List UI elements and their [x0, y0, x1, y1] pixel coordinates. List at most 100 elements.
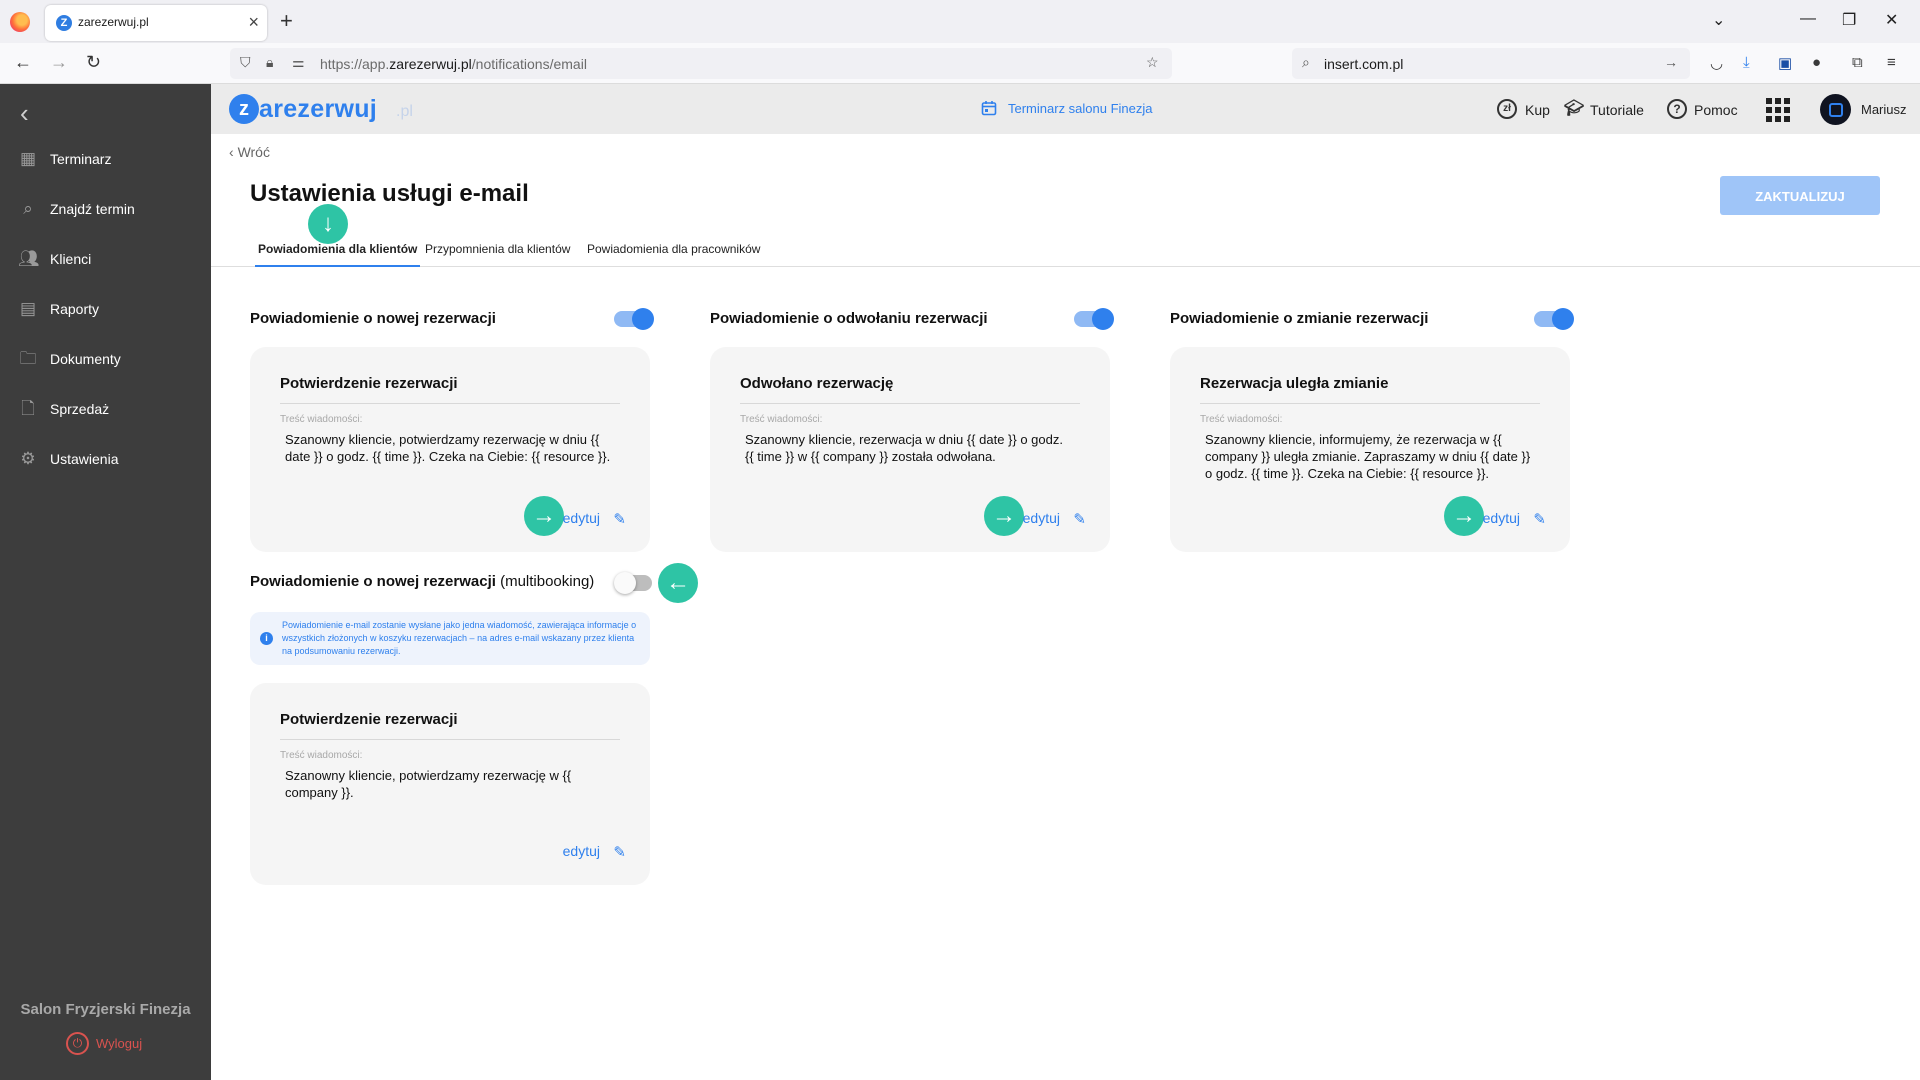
content-label: Treść wiadomości:: [280, 750, 363, 761]
sidebar-item-label: Sprzedaż: [50, 401, 110, 417]
message-content: Szanowny kliencie, informujemy, że rezer…: [1205, 432, 1531, 481]
annotation-arrow-right-icon: →: [524, 496, 564, 536]
url-text[interactable]: https://app.zarezerwuj.pl/notifications/…: [320, 56, 587, 72]
close-window-icon[interactable]: ✕: [1885, 10, 1898, 30]
section-title-cancellation: Powiadomienie o odwołaniu rezerwacji: [710, 310, 988, 327]
tab-client-notifications[interactable]: Powiadomienia dla klientów: [254, 242, 421, 267]
tab-staff-notifications[interactable]: Powiadomienia dla pracowników: [587, 242, 760, 256]
toggle-cancellation[interactable]: [1074, 308, 1114, 330]
card-title: Odwołano rezerwację: [740, 375, 894, 392]
bitwarden-icon[interactable]: ▣: [1778, 54, 1792, 72]
report-icon: ▤: [19, 299, 37, 318]
sidebar-item-label: Terminarz: [50, 151, 112, 167]
sidebar-item-dokumenty[interactable]: 🗀︎ Dokumenty: [18, 347, 208, 371]
search-bar[interactable]: ⌕ insert.com.pl →: [1292, 48, 1690, 79]
info-text: Powiadomienie e-mail zostanie wysłane ja…: [282, 620, 637, 656]
section-title-new-booking: Powiadomienie o nowej rezerwacji: [250, 310, 496, 327]
downloads-icon[interactable]: ⤓: [1743, 54, 1750, 71]
content-label: Treść wiadomości:: [740, 414, 823, 425]
buy-label: Kup: [1525, 102, 1550, 118]
bookmark-star-icon[interactable]: ☆: [1146, 54, 1159, 71]
content-label: Treść wiadomości:: [1200, 414, 1283, 425]
tutorials-label: Tutoriale: [1590, 102, 1644, 118]
sidebar-item-sprzedaz[interactable]: 🗋︎ Sprzedaż: [18, 397, 208, 421]
minimize-icon[interactable]: —: [1800, 10, 1816, 28]
annotation-arrow-down-icon: ↓: [308, 204, 348, 244]
sidebar-item-klienci[interactable]: 👥︎ Klienci: [18, 247, 208, 271]
section-title-multibooking: Powiadomienie o nowej rezerwacji (multib…: [250, 573, 595, 590]
extensions-puzzle-icon[interactable]: ⧉: [1852, 54, 1863, 71]
edit-link[interactable]: edytuj: [1023, 510, 1060, 526]
close-tab-icon[interactable]: ×: [248, 12, 259, 33]
folder-icon: 🗀︎: [19, 349, 37, 368]
sidebar-item-ustawienia[interactable]: ⚙ Ustawienia: [18, 447, 208, 471]
graduation-cap-icon: 🎓︎: [1564, 100, 1585, 117]
shield-icon[interactable]: ⛉: [240, 54, 251, 71]
user-name[interactable]: Mariusz: [1861, 102, 1907, 117]
browser-tab[interactable]: Z zarezerwuj.pl ×: [45, 5, 267, 41]
search-icon: ⌕: [1302, 54, 1310, 70]
avatar[interactable]: [1820, 94, 1851, 125]
extension-icon[interactable]: ●: [1812, 54, 1821, 71]
sidebar-item-raporty[interactable]: ▤ Raporty: [18, 297, 208, 321]
salon-calendar-link[interactable]: Terminarz salonu Finezja: [1008, 101, 1153, 116]
message-content: Szanowny kliencie, potwierdzamy rezerwac…: [285, 768, 572, 800]
permissions-icon[interactable]: ⚌: [292, 54, 305, 71]
back-icon[interactable]: ←: [14, 52, 32, 73]
logo-mark: z: [229, 94, 259, 124]
edit-link[interactable]: edytuj: [563, 843, 600, 859]
browser-tab-bar: Z zarezerwuj.pl × + ⌄ — ❐ ✕: [0, 0, 1920, 43]
template-card-cancellation: Odwołano rezerwację Treść wiadomości: Sz…: [710, 347, 1110, 552]
template-card-new-booking: Potwierdzenie rezerwacji Treść wiadomośc…: [250, 347, 650, 552]
pencil-icon[interactable]: ✎: [1073, 510, 1086, 528]
info-box: i Powiadomienie e-mail zostanie wysłane …: [250, 612, 650, 665]
help-label: Pomoc: [1694, 102, 1738, 118]
app-header: z arezerwuj .pl Terminarz salonu Finezja…: [211, 84, 1920, 134]
update-button[interactable]: ZAKTUALIZUJ: [1720, 176, 1880, 215]
toggle-new-booking[interactable]: [614, 308, 654, 330]
gear-icon: ⚙: [20, 449, 36, 468]
go-arrow-icon[interactable]: →: [1664, 54, 1678, 70]
annotation-arrow-right-icon: →: [984, 496, 1024, 536]
sidebar: ‹ ▦ Terminarz ⌕ Znajdź termin 👥︎ Klienci…: [0, 84, 211, 1080]
reload-icon[interactable]: ↻: [86, 52, 101, 73]
collapse-sidebar-icon[interactable]: ‹: [20, 98, 29, 129]
card-title: Potwierdzenie rezerwacji: [280, 711, 458, 728]
forward-icon[interactable]: →: [50, 52, 68, 73]
edit-link[interactable]: edytuj: [563, 510, 600, 526]
pocket-icon[interactable]: ◡: [1710, 54, 1723, 72]
card-title: Rezerwacja uległa zmianie: [1200, 375, 1389, 392]
list-tabs-icon[interactable]: ⌄: [1712, 10, 1725, 30]
toggle-multibooking[interactable]: [614, 572, 652, 594]
apps-grid-icon[interactable]: [1766, 98, 1790, 122]
menu-icon[interactable]: ≡: [1887, 54, 1896, 71]
toggle-change[interactable]: [1534, 308, 1574, 330]
sidebar-item-label: Znajdź termin: [50, 201, 135, 217]
sidebar-item-znajdz-termin[interactable]: ⌕ Znajdź termin: [18, 197, 208, 221]
new-tab-icon[interactable]: +: [280, 8, 293, 34]
template-card-change: Rezerwacja uległa zmianie Treść wiadomoś…: [1170, 347, 1570, 552]
info-icon: i: [260, 632, 273, 645]
lock-icon[interactable]: 🔒︎: [266, 54, 273, 71]
pencil-icon[interactable]: ✎: [613, 843, 626, 861]
tab-client-reminders[interactable]: Przypomnienia dla klientów: [425, 242, 570, 256]
restore-icon[interactable]: ❐: [1842, 10, 1856, 30]
sidebar-item-label: Raporty: [50, 301, 100, 317]
back-link[interactable]: ‹ Wróć: [229, 144, 270, 160]
sidebar-item-terminarz[interactable]: ▦ Terminarz: [18, 147, 208, 171]
url-bar[interactable]: ⛉ 🔒︎ ⚌ https://app.zarezerwuj.pl/notific…: [230, 48, 1172, 79]
card-divider: [740, 403, 1080, 404]
logo-wordmark: arezerwuj: [259, 95, 378, 123]
firefox-icon[interactable]: [10, 12, 30, 32]
pencil-icon[interactable]: ✎: [1533, 510, 1546, 528]
card-divider: [280, 403, 620, 404]
search-text[interactable]: insert.com.pl: [1324, 56, 1403, 72]
calendar-icon[interactable]: [981, 100, 997, 116]
pencil-icon[interactable]: ✎: [613, 510, 626, 528]
coin-icon: zł: [1497, 99, 1517, 119]
card-divider: [1200, 403, 1540, 404]
power-icon: ⏻: [66, 1032, 89, 1055]
logout-label: Wyloguj: [96, 1036, 143, 1051]
edit-link[interactable]: edytuj: [1483, 510, 1520, 526]
salon-name: Salon Fryzjerski Finezja: [20, 1001, 191, 1018]
